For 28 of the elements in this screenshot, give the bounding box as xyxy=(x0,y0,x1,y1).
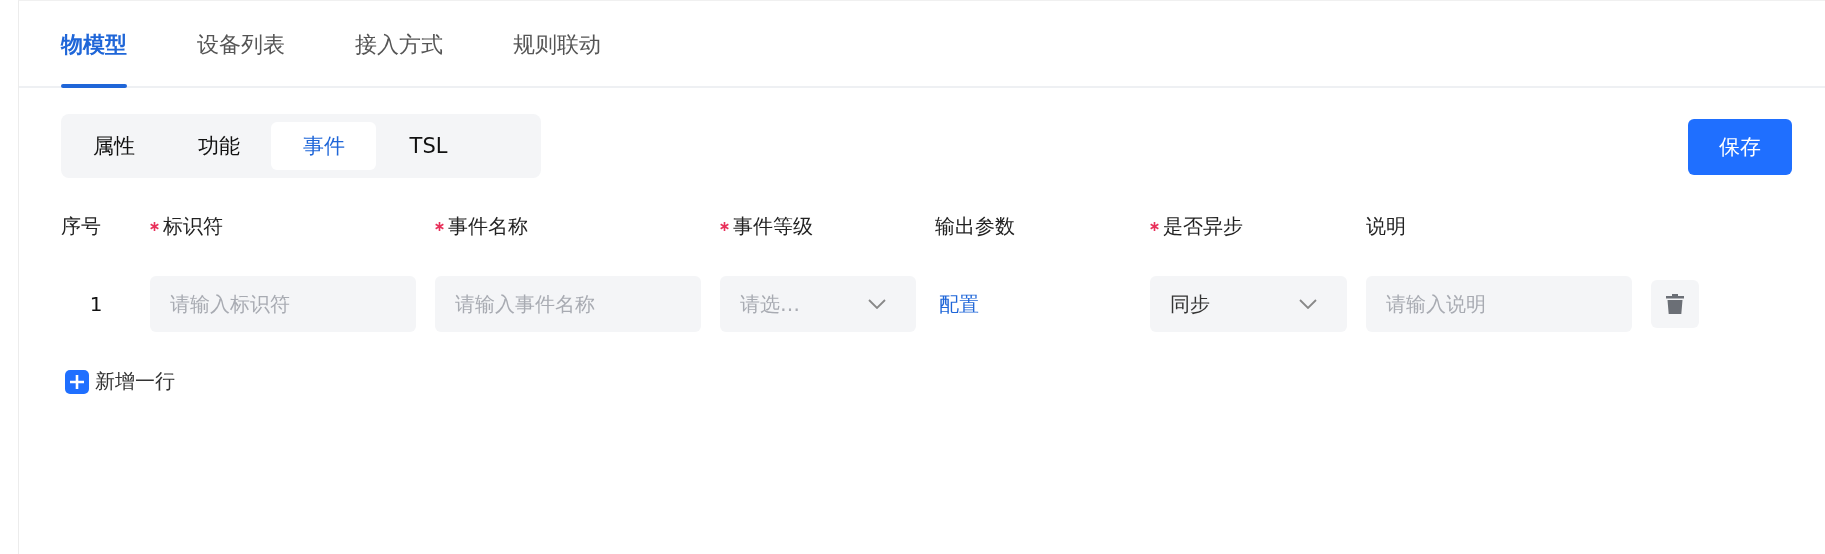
plus-icon xyxy=(65,369,89,394)
configure-link[interactable]: 配置 xyxy=(935,290,979,318)
tab[interactable]: 物模型 xyxy=(61,1,127,88)
trash-icon xyxy=(1666,294,1684,314)
column-header: 说明 xyxy=(1366,212,1406,240)
column-header: 标识符 xyxy=(163,212,223,240)
chevron-down-icon xyxy=(1299,299,1317,309)
save-button[interactable]: 保存 xyxy=(1688,119,1792,175)
row-number: 1 xyxy=(88,292,104,316)
select-field[interactable]: 同步 xyxy=(1150,276,1347,332)
column-header: 是否异步 xyxy=(1163,212,1243,240)
input-field[interactable]: 请输入说明 xyxy=(1366,276,1632,332)
input-field[interactable]: 请输入标识符 xyxy=(150,276,416,332)
tab[interactable]: 规则联动 xyxy=(513,1,601,88)
column-header: 事件名称 xyxy=(448,212,528,240)
segment-tab[interactable]: 功能 xyxy=(166,122,271,170)
segment-tab[interactable]: 属性 xyxy=(61,122,166,170)
column-header: 序号 xyxy=(61,212,101,240)
tab[interactable]: 接入方式 xyxy=(355,1,443,88)
chevron-down-icon xyxy=(868,299,886,309)
column-header: 事件等级 xyxy=(733,212,813,240)
input-field[interactable]: 请输入事件名称 xyxy=(435,276,701,332)
column-header: 输出参数 xyxy=(935,212,1015,240)
segment-tab[interactable]: TSL xyxy=(376,122,481,170)
add-row-button[interactable]: 新增一行 xyxy=(65,368,175,395)
delete-button[interactable] xyxy=(1651,280,1699,328)
segment-tab[interactable]: 事件 xyxy=(271,122,376,170)
tab[interactable]: 设备列表 xyxy=(197,1,285,88)
